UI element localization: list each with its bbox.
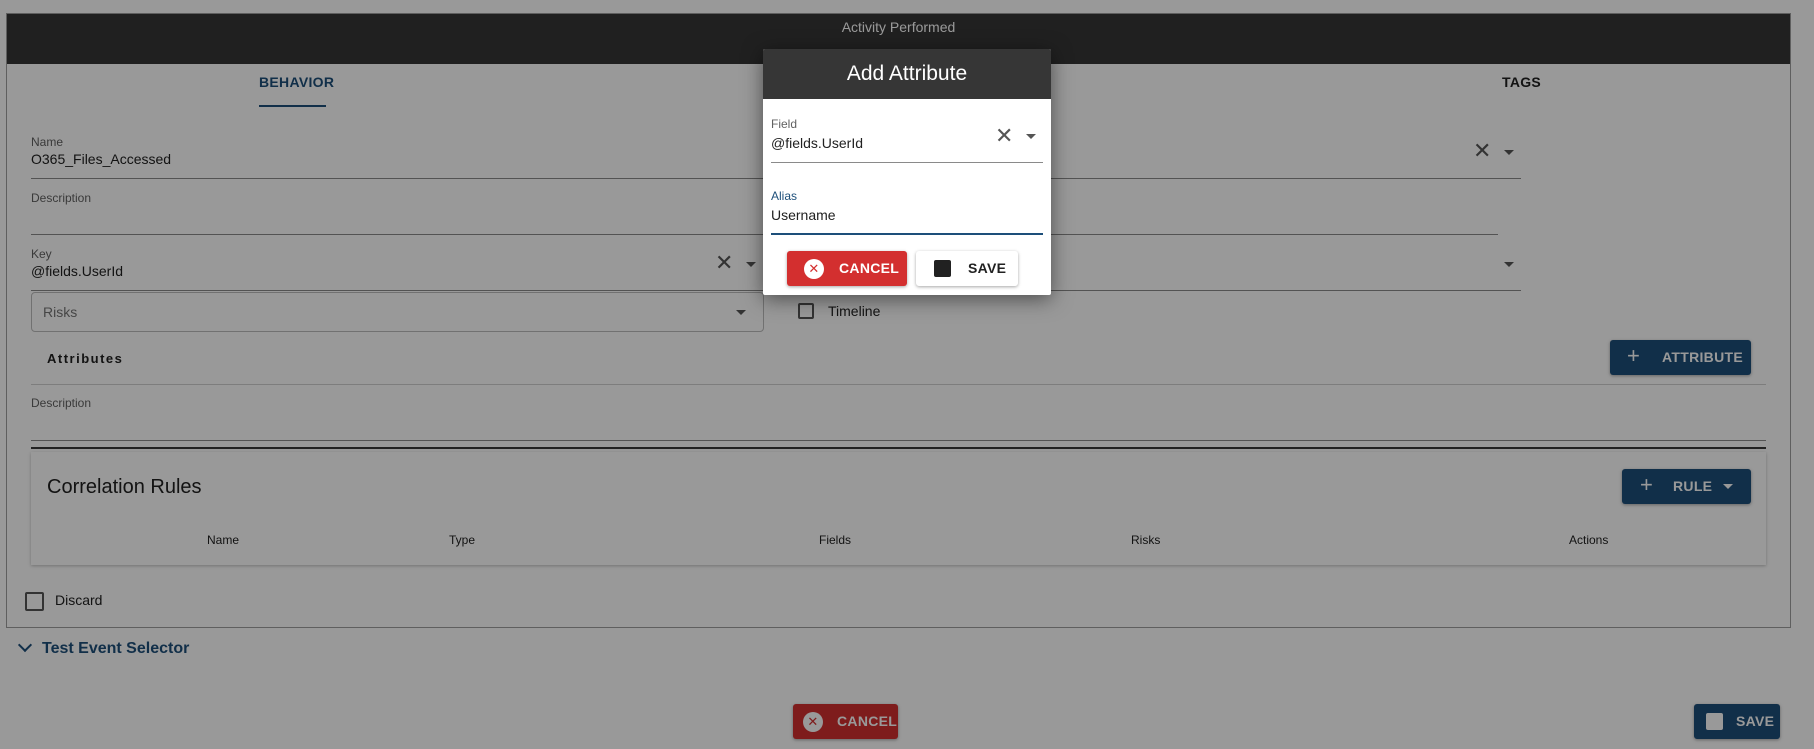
caret-down-icon[interactable] <box>1026 134 1036 139</box>
add-attribute-dialog: Add Attribute Field @fields.UserId ✕ Ali… <box>763 49 1051 295</box>
alias-label: Alias <box>771 189 798 203</box>
alias-underline <box>771 233 1043 235</box>
dialog-cancel-button[interactable]: ✕ CANCEL <box>787 251 907 286</box>
cancel-circle-icon: ✕ <box>804 259 824 279</box>
dialog-save-button[interactable]: SAVE <box>916 251 1018 286</box>
close-icon[interactable]: ✕ <box>995 125 1013 147</box>
dialog-save-label: SAVE <box>968 260 1007 276</box>
alias-input[interactable]: Username <box>771 207 836 223</box>
field-underline <box>771 162 1043 163</box>
save-icon <box>934 260 951 277</box>
dialog-title: Add Attribute <box>763 49 1051 99</box>
dialog-cancel-label: CANCEL <box>839 260 900 276</box>
field-label: Field <box>771 117 798 131</box>
field-select[interactable]: @fields.UserId <box>771 135 863 151</box>
